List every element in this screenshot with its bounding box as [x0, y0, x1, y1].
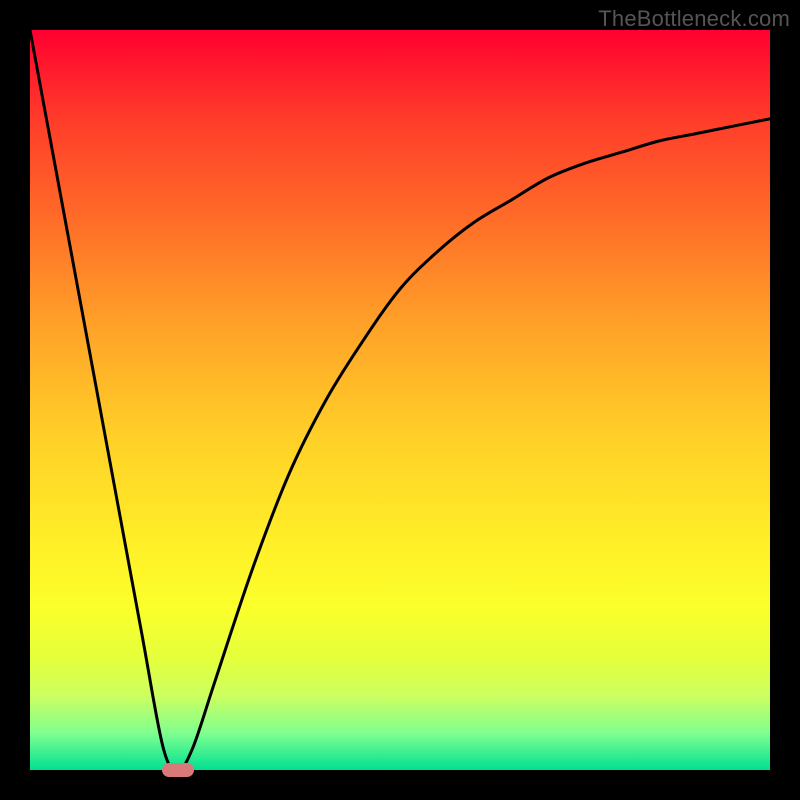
plot-area	[30, 30, 770, 770]
optimal-point-marker	[162, 763, 194, 777]
watermark-text: TheBottleneck.com	[598, 6, 790, 32]
chart-container: TheBottleneck.com	[0, 0, 800, 800]
curve-svg	[30, 30, 770, 770]
bottleneck-curve	[30, 30, 770, 770]
